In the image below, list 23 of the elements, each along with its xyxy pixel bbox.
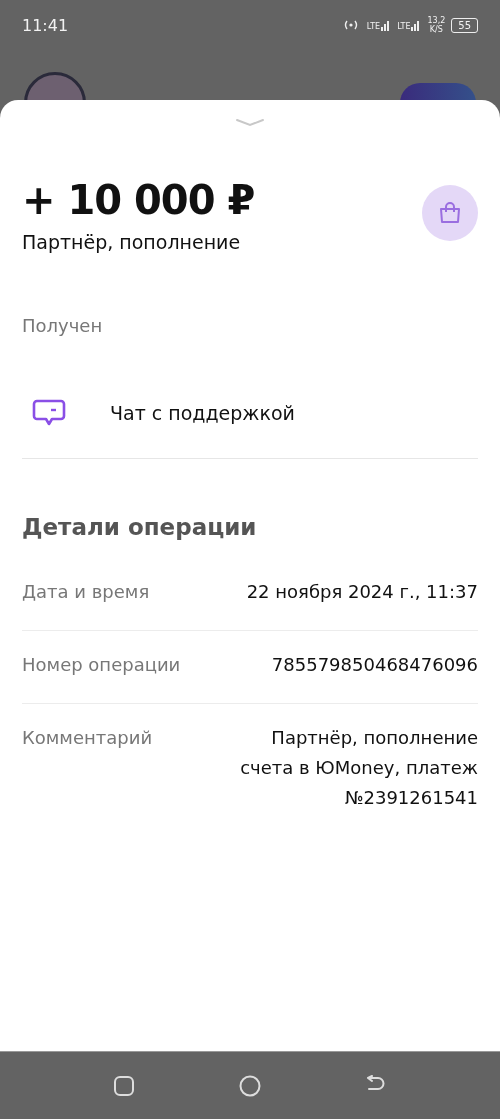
signal-icon <box>381 19 392 31</box>
detail-value: 22 ноября 2024 г., 11:37 <box>246 580 478 604</box>
detail-label: Номер операции <box>22 654 181 677</box>
operation-status: Получен <box>22 315 104 336</box>
detail-label: Дата и время <box>22 581 150 604</box>
section-title: Детали операции <box>22 514 258 540</box>
operation-title: Партнёр, пополнение <box>22 231 242 253</box>
network-label: LTE <box>397 23 411 31</box>
network-label: LTE <box>366 23 381 31</box>
signal-icon <box>411 19 422 31</box>
detail-value: 785579850468476096 <box>271 653 478 677</box>
bag-icon <box>422 185 478 241</box>
detail-value: Партнёр, пополнение счета в ЮMoney, платеж №2391261541 <box>239 726 478 810</box>
amount: + 10 000 ₽ <box>22 177 255 223</box>
home-icon[interactable] <box>239 1074 261 1097</box>
detail-label: Комментарий <box>22 727 153 750</box>
battery-indicator: 55 <box>451 17 478 33</box>
support-chat-item[interactable]: Чат с поддержкой <box>22 398 478 459</box>
speed-value: 13,2 <box>427 16 446 25</box>
chat-icon <box>32 398 66 428</box>
recent-apps-icon[interactable] <box>113 1074 135 1097</box>
status-time: 11:41 <box>22 15 69 35</box>
speed-unit: K/S <box>429 24 443 34</box>
